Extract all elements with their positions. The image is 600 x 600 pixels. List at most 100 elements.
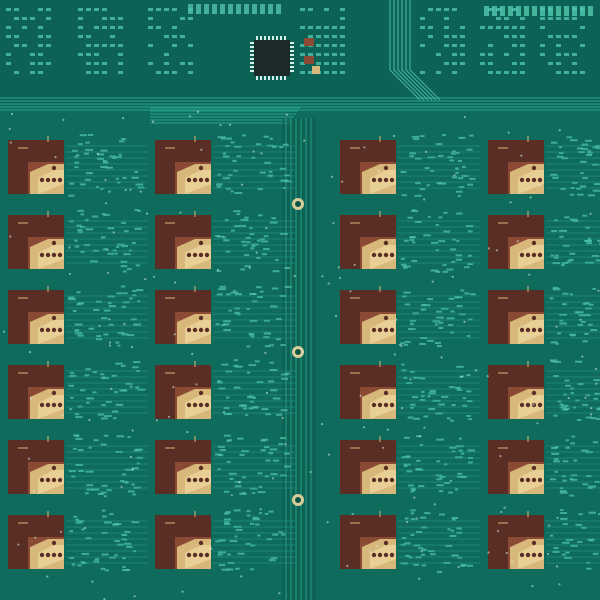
via: [386, 428, 389, 431]
smd-component: [556, 155, 564, 158]
smd-component: [466, 390, 472, 393]
smd-component: [14, 44, 19, 47]
via: [457, 566, 460, 569]
smd-component: [438, 216, 443, 219]
via: [122, 117, 125, 120]
smd-component: [80, 213, 85, 216]
via: [341, 180, 344, 183]
smd-component: [224, 521, 230, 524]
smd-component: [120, 265, 128, 268]
smd-component: [100, 567, 106, 570]
smd-component: [96, 335, 102, 338]
smd-component: [444, 26, 449, 29]
smd-component: [241, 224, 246, 227]
smd-component: [86, 71, 91, 74]
pad-via: [531, 477, 537, 483]
smd-component: [78, 53, 83, 56]
smd-component: [460, 26, 465, 29]
smd-component: [268, 170, 273, 173]
smd-component: [108, 323, 114, 326]
smd-component: [454, 488, 459, 491]
smd-component: [403, 465, 408, 468]
smd-component: [553, 547, 559, 550]
smd-component: [480, 62, 485, 65]
smd-component: [572, 71, 577, 74]
pad-via: [371, 327, 377, 333]
smd-component: [255, 523, 260, 526]
smd-component: [121, 473, 126, 476]
smd-component: [269, 344, 274, 347]
via: [431, 280, 434, 283]
ic-pin: [290, 54, 294, 56]
via: [419, 435, 422, 438]
smd-component: [439, 513, 445, 516]
via: [27, 457, 31, 460]
smd-component: [560, 509, 564, 511]
smd-component: [92, 391, 97, 394]
pad-via: [198, 252, 204, 258]
smd-component: [570, 478, 578, 481]
smd-component: [496, 26, 501, 29]
smd-component: [148, 26, 153, 29]
smd-component: [223, 239, 230, 242]
smd-component: [444, 62, 449, 65]
smd-component: [233, 359, 238, 362]
smd-component: [79, 183, 86, 186]
pad-via: [186, 477, 192, 483]
pad-via: [186, 552, 192, 558]
via: [34, 536, 37, 539]
via: [423, 198, 426, 201]
smd-component: [436, 8, 441, 11]
via: [495, 249, 498, 252]
smd-component: [520, 35, 525, 38]
via: [46, 575, 49, 578]
smd-component: [103, 495, 107, 498]
smd-component: [452, 62, 457, 65]
smd-component: [412, 396, 419, 399]
smd-component: [458, 136, 466, 139]
smd-component: [77, 302, 84, 305]
smd-component: [464, 292, 470, 295]
smd-component: [556, 62, 561, 65]
smd-component: [436, 460, 441, 463]
smd-component: [73, 515, 78, 518]
smd-component: [300, 8, 305, 11]
via: [179, 211, 182, 214]
smd-component: [520, 53, 525, 56]
smd-component: [469, 177, 476, 180]
smd-component: [585, 154, 592, 156]
smd-component: [14, 17, 19, 20]
ic-pin: [272, 76, 274, 80]
via: [195, 383, 198, 386]
smd-component: [444, 44, 449, 47]
via: [528, 273, 531, 276]
smd-component: [94, 53, 99, 56]
smd-component: [572, 62, 577, 65]
smd-component: [324, 35, 329, 38]
smd-component: [555, 342, 559, 345]
smd-component: [250, 247, 255, 250]
smd-component: [552, 176, 559, 179]
edge-pad: [228, 4, 233, 14]
smd-component: [230, 229, 235, 232]
smd-component: [120, 260, 128, 263]
smd-component: [103, 415, 112, 418]
smd-component: [122, 557, 126, 560]
smd-component: [467, 449, 476, 452]
pad-via: [39, 477, 45, 483]
smd-component: [578, 314, 585, 317]
smd-component: [269, 221, 278, 224]
smd-component: [416, 459, 421, 462]
smd-component: [77, 209, 85, 212]
smd-component: [582, 214, 588, 217]
pad-via: [39, 327, 45, 333]
smd-component: [407, 416, 414, 419]
smd-component: [108, 305, 116, 308]
smd-component: [222, 177, 230, 180]
pad-via: [377, 552, 383, 558]
smd-component: [93, 560, 100, 563]
smd-component: [242, 134, 247, 137]
smd-component: [234, 386, 241, 389]
smd-component: [85, 172, 92, 175]
smd-component: [580, 172, 584, 174]
